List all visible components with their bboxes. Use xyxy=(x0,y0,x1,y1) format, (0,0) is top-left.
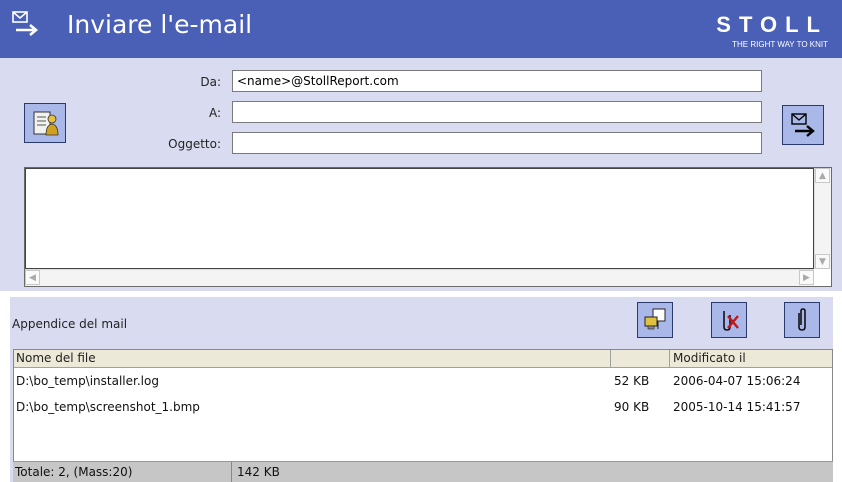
attachment-count: Totale: 2, (Mass:20) xyxy=(15,465,133,479)
send-mail-icon xyxy=(791,113,815,137)
status-divider xyxy=(231,462,232,482)
brand-logo: STOLL xyxy=(716,12,828,37)
table-row[interactable]: D:\bo_temp\installer.log 52 KB 2006-04-0… xyxy=(14,372,832,392)
brand-tagline: THE RIGHT WAY TO KNIT xyxy=(732,40,828,49)
to-label: A: xyxy=(208,106,221,120)
file-size: 90 KB xyxy=(614,400,650,414)
remove-attachment-button[interactable] xyxy=(711,302,747,338)
attachments-title: Appendice del mail xyxy=(12,317,128,331)
add-attachment-button[interactable] xyxy=(637,302,673,338)
from-label: Da: xyxy=(200,75,221,89)
add-attachment-icon xyxy=(644,308,666,330)
subject-label: Oggetto: xyxy=(168,137,221,151)
file-modified: 2006-04-07 15:06:24 xyxy=(673,374,801,388)
file-size: 52 KB xyxy=(614,374,650,388)
send-button[interactable] xyxy=(782,105,824,145)
column-divider[interactable] xyxy=(669,350,670,368)
column-header-modified[interactable]: Modificato il xyxy=(673,351,746,365)
mail-send-icon xyxy=(12,11,39,36)
page-title: Inviare l'e-mail xyxy=(67,10,253,39)
horizontal-scrollbar[interactable]: ◀ ▶ xyxy=(25,269,814,286)
attachment-total-size: 142 KB xyxy=(237,465,280,479)
from-field[interactable]: <name>@StollReport.com xyxy=(232,70,762,92)
message-body[interactable]: ▲ ▼ ◀ ▶ xyxy=(24,167,832,287)
file-name: D:\bo_temp\installer.log xyxy=(16,374,159,388)
file-name: D:\bo_temp\screenshot_1.bmp xyxy=(16,400,200,414)
status-bar: Totale: 2, (Mass:20) 142 KB xyxy=(13,461,833,482)
title-bar: Inviare l'e-mail STOLL THE RIGHT WAY TO … xyxy=(0,0,842,58)
paperclip-button[interactable] xyxy=(784,302,820,338)
paperclip-icon xyxy=(798,308,806,331)
vertical-scrollbar[interactable]: ▲ ▼ xyxy=(814,168,831,269)
address-book-icon xyxy=(33,111,59,136)
table-header: Nome del file Modificato il xyxy=(14,350,832,368)
file-modified: 2005-10-14 15:41:57 xyxy=(673,400,801,414)
scroll-left-icon[interactable]: ◀ xyxy=(25,270,40,285)
subject-field[interactable] xyxy=(232,132,762,154)
column-header-name[interactable]: Nome del file xyxy=(16,351,96,365)
column-divider[interactable] xyxy=(610,350,611,368)
scroll-right-icon[interactable]: ▶ xyxy=(799,270,814,285)
scroll-down-icon[interactable]: ▼ xyxy=(815,254,830,269)
message-body-text[interactable] xyxy=(25,168,814,269)
scroll-up-icon[interactable]: ▲ xyxy=(815,168,830,183)
remove-attachment-icon xyxy=(723,311,739,331)
address-book-button[interactable] xyxy=(24,103,66,143)
compose-panel: Da: <name>@StollReport.com A: Oggetto: ▲… xyxy=(0,58,842,291)
to-field[interactable] xyxy=(232,101,762,123)
table-row[interactable]: D:\bo_temp\screenshot_1.bmp 90 KB 2005-1… xyxy=(14,398,832,418)
